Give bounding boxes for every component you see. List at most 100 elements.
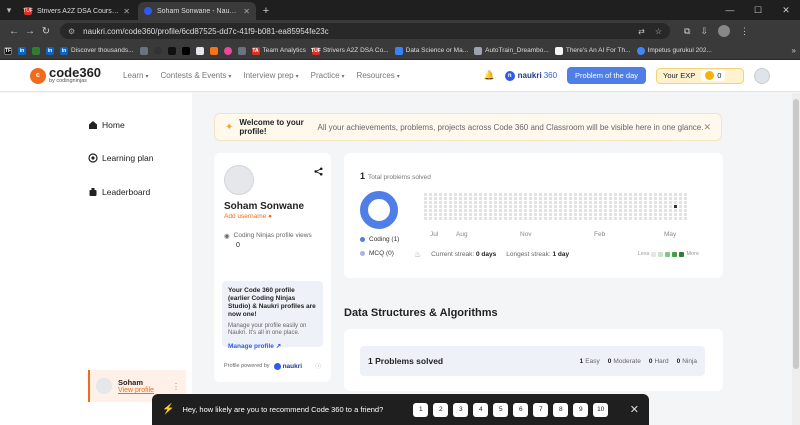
nav-learn[interactable]: Learn ▾ [123,71,148,80]
bookmark-icon[interactable] [139,46,148,55]
notification-bell-icon[interactable]: 🔔 [483,70,494,81]
naukri360-link[interactable]: n naukri 360 [504,70,557,81]
share-icon[interactable] [314,167,323,178]
score-button-4[interactable]: 4 [473,402,489,417]
close-icon[interactable]: ✕ [630,403,639,416]
nav-interview-prep[interactable]: Interview prep ▾ [243,71,298,80]
naukri-logo-icon: n [504,70,515,81]
heatmap-cell [664,209,667,212]
heatmap-cell [629,193,632,196]
bookmark-icon[interactable] [167,46,176,55]
browser-tab-naukri[interactable]: Soham Sonwane - Naukri Code 360 ✕ [138,2,256,20]
heatmap-cell [644,217,647,220]
score-button-8[interactable]: 8 [553,402,569,417]
page-scrollbar[interactable] [792,93,800,425]
heatmap-cell [504,197,507,200]
bookmark-icon[interactable] [181,46,190,55]
extensions-icon[interactable]: ⧉ [684,26,690,37]
url-input[interactable]: ⚙ naukri.com/code360/profile/6cd87525-dd… [60,23,670,39]
heatmap-cell [589,209,592,212]
bookmark-star-icon[interactable]: ☆ [655,27,662,36]
more-options-icon[interactable]: ⋮ [172,382,180,391]
bookmark-strivers[interactable]: TUF Strivers A2Z DSA Co... [311,46,389,55]
bookmark-impetus[interactable]: Impetus gurukul 202... [636,46,712,55]
bookmark-ai[interactable]: There's An AI For Th... [554,46,631,55]
heatmap-cell [599,205,602,208]
heatmap-cell [634,209,637,212]
translate-icon[interactable]: ⇄ [638,27,645,36]
heatmap-cell [464,213,467,216]
score-button-7[interactable]: 7 [533,402,549,417]
bookmarks-bar: TF in in in Discover thousands... TA Team … [0,42,800,60]
new-tab-button[interactable]: + [258,2,274,20]
problem-of-the-day-button[interactable]: Problem of the day [567,67,646,84]
dsa-summary[interactable]: 1 Problems solved 1 Easy 0 Moderate 0 Hard … [360,346,705,376]
heatmap-cell [674,201,677,204]
score-button-10[interactable]: 10 [593,402,609,417]
sidebar-item-learning-plan[interactable]: Learning plan [88,153,154,163]
heatmap-cell [634,193,637,196]
heatmap-cell [684,217,687,220]
heatmap-cell [529,193,532,196]
heatmap-cell [544,201,547,204]
bookmark-discover[interactable]: in Discover thousands... [60,46,134,55]
bookmark-icon[interactable] [195,46,204,55]
close-window-icon[interactable]: ✕ [772,0,800,20]
browser-profile-avatar[interactable] [717,25,730,37]
site-info-icon[interactable]: ⚙ [68,27,75,36]
code360-logo[interactable]: c code360 by codingninjas [30,66,101,85]
bookmark-linkedin-icon[interactable]: in [18,46,26,55]
your-exp-button[interactable]: Your EXP 0 [656,67,744,84]
info-icon[interactable]: ⓘ [315,362,321,370]
download-icon[interactable]: ⇩ [700,26,708,37]
browser-tab-strivers[interactable]: TUF Strivers A2Z DSA Course/Sheet ✕ [18,2,136,20]
bookmark-tf-icon[interactable]: TF [4,46,12,55]
heatmap-cell [619,205,622,208]
heatmap-cell [479,193,482,196]
bookmark-icon[interactable] [223,46,232,55]
heatmap-cell [594,205,597,208]
bookmark-data-science[interactable]: Data Science or Ma... [394,46,468,55]
sidebar-item-home[interactable]: Home [88,120,125,130]
nav-practice[interactable]: Practice ▾ [311,71,345,80]
bookmark-icon[interactable] [209,46,218,55]
sidebar-item-leaderboard[interactable]: Leaderboard [88,187,150,197]
bookmark-icon[interactable] [237,46,246,55]
score-button-2[interactable]: 2 [433,402,449,417]
tab-search-icon[interactable]: ▾ [0,0,18,20]
bookmark-github-icon[interactable] [153,46,162,55]
scrollbar-thumb[interactable] [793,99,799,369]
heatmap-cell [604,217,607,220]
nav-resources[interactable]: Resources ▾ [357,71,400,80]
view-profile-link[interactable]: View profile [118,387,154,394]
heatmap-cell [614,205,617,208]
add-username-link[interactable]: Add username ● [224,213,321,220]
user-avatar[interactable] [754,67,770,84]
profile-card: Soham Sonwane Add username ● ◉ Coding Ni… [214,153,331,382]
score-button-5[interactable]: 5 [493,402,509,417]
submission-heatmap [424,193,687,220]
nav-contests[interactable]: Contests & Events ▾ [161,71,232,80]
back-icon[interactable]: ← [6,26,22,37]
heatmap-cell [604,209,607,212]
bookmark-linkedin-icon[interactable]: in [46,46,54,55]
bookmark-chart-icon[interactable] [32,46,40,55]
minimize-icon[interactable]: — [716,0,744,20]
browser-menu-icon[interactable]: ⋮ [740,26,749,37]
close-tab-icon[interactable]: ✕ [243,7,250,16]
score-button-6[interactable]: 6 [513,402,529,417]
bookmark-autotrain[interactable]: AutoTrain_Dreambo... [474,46,549,55]
reload-icon[interactable]: ↻ [38,26,54,37]
manage-profile-link[interactable]: Manage profile ↗ [228,342,317,350]
score-button-3[interactable]: 3 [453,402,469,417]
logo-subtext: by codingninjas [49,78,87,85]
bookmarks-overflow-icon[interactable]: » [792,46,796,55]
forward-icon[interactable]: → [22,26,38,37]
score-button-9[interactable]: 9 [573,402,589,417]
close-icon[interactable]: ✕ [703,122,711,133]
maximize-icon[interactable]: ☐ [744,0,772,20]
score-button-1[interactable]: 1 [413,402,429,417]
heatmap-cell [574,213,577,216]
bookmark-team-analytics[interactable]: TA Team Analytics [251,46,306,55]
close-tab-icon[interactable]: ✕ [123,7,130,16]
